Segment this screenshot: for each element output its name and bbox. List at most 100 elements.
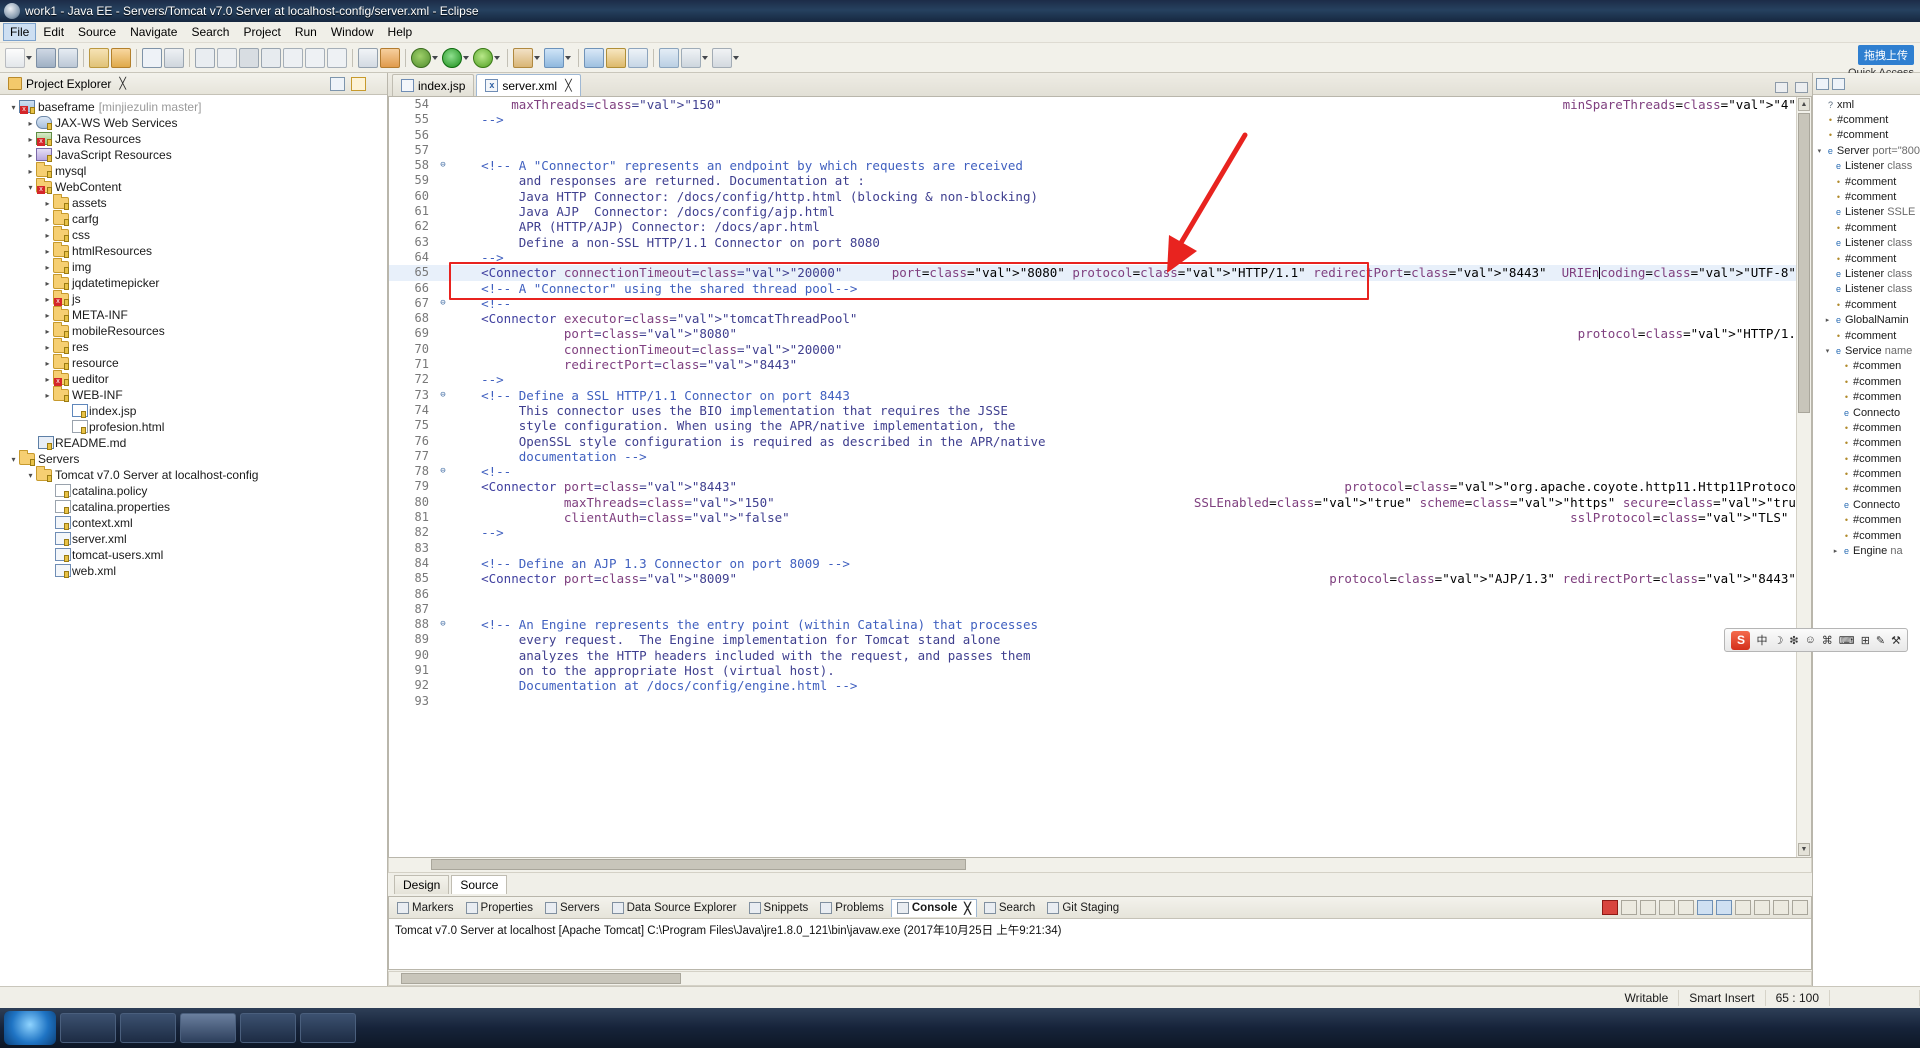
run-dropdown-icon[interactable] (463, 55, 469, 60)
expand-arrow-icon[interactable] (42, 263, 53, 272)
menu-project[interactable]: Project (236, 23, 287, 41)
outline-row[interactable]: • #comment (1813, 174, 1920, 189)
taskbar-item[interactable] (300, 1013, 356, 1043)
code-line[interactable]: 77 documentation --> (389, 449, 1811, 464)
code-line[interactable]: 92 Documentation at /docs/config/engine.… (389, 678, 1811, 693)
tab-source[interactable]: Source (451, 875, 508, 894)
new-dropdown-icon[interactable] (26, 55, 32, 60)
outline-row[interactable]: e Listener class (1813, 282, 1920, 297)
clear-console-icon[interactable] (1659, 900, 1675, 915)
outline-sort-icon[interactable] (1832, 77, 1845, 90)
code-line[interactable]: 66 <!-- A "Connector" using the shared t… (389, 281, 1811, 296)
hscroll-thumb[interactable] (401, 973, 681, 984)
tree-item[interactable]: x Java Resources (0, 131, 387, 147)
open-task-icon[interactable] (681, 47, 701, 68)
editor-tab-server-xml[interactable]: server.xml ╳ (476, 74, 581, 96)
outline-row[interactable]: • #commen (1813, 528, 1920, 543)
outline-row[interactable]: • #commen (1813, 359, 1920, 374)
menu-source[interactable]: Source (71, 23, 123, 41)
code-line[interactable]: 86 (389, 587, 1811, 602)
taskbar-item[interactable] (240, 1013, 296, 1043)
code-line[interactable]: 84 <!-- Define an AJP 1.3 Connector on p… (389, 556, 1811, 571)
open-task-dropdown-icon[interactable] (702, 55, 708, 60)
minimize-icon[interactable] (1773, 900, 1789, 915)
console-tab[interactable]: Snippets (744, 900, 814, 916)
open-type-icon[interactable] (659, 47, 679, 68)
tab-design[interactable]: Design (394, 875, 450, 894)
hscroll-thumb[interactable] (431, 859, 966, 870)
tree-item[interactable]: x ueditor (0, 371, 387, 387)
code-line[interactable]: 81 clientAuth=class="val">"false" sslPro… (389, 510, 1811, 525)
save-all-icon[interactable] (58, 47, 78, 68)
code-line[interactable]: 67 ⊖ <!-- (389, 296, 1811, 311)
tree-item[interactable]: res (0, 339, 387, 355)
tree-item[interactable]: META-INF (0, 307, 387, 323)
code-line[interactable]: 78 ⊖ <!-- (389, 464, 1811, 479)
console-tab[interactable]: Git Staging (1042, 900, 1124, 916)
code-line[interactable]: 82 --> (389, 525, 1811, 540)
link-with-editor-icon[interactable] (351, 76, 366, 91)
console-tab[interactable]: Markers (392, 900, 459, 916)
outline-row[interactable]: • #comment (1813, 112, 1920, 127)
code-line[interactable]: 61 Java AJP Connector: /docs/config/ajp.… (389, 204, 1811, 219)
outline-row[interactable]: • #commen (1813, 374, 1920, 389)
pin-icon[interactable] (712, 47, 732, 68)
tree-item[interactable]: Tomcat v7.0 Server at localhost-config (0, 467, 387, 483)
word-wrap-icon[interactable] (1678, 900, 1694, 915)
maximize-icon[interactable] (1795, 82, 1808, 93)
ime-panel-icon[interactable]: ⊞ (1861, 634, 1870, 647)
code-line[interactable]: 62 APR (HTTP/AJP) Connector: /docs/apr.h… (389, 219, 1811, 234)
expand-arrow-icon[interactable] (42, 311, 53, 320)
code-line[interactable]: 73 ⊖ <!-- Define a SSL HTTP/1.1 Connector… (389, 388, 1811, 403)
menu-help[interactable]: Help (381, 23, 420, 41)
console-tab[interactable]: Properties (461, 900, 538, 916)
tree-item[interactable]: web.xml (0, 563, 387, 579)
console-tab[interactable]: Search (979, 900, 1040, 916)
outline-row[interactable]: e Listener class (1813, 266, 1920, 281)
code-line[interactable]: 80 maxThreads=class="val">"150" SSLEnabl… (389, 495, 1811, 510)
code-line[interactable]: 71 redirectPort=class="val">"8443" /> (389, 357, 1811, 372)
profile-icon[interactable] (261, 47, 281, 68)
tree-item[interactable]: Servers (0, 451, 387, 467)
code-line[interactable]: 59 and responses are returned. Documenta… (389, 173, 1811, 188)
tree-item[interactable]: README.md (0, 435, 387, 451)
validate-icon[interactable] (544, 47, 564, 68)
maximize-icon[interactable] (1792, 900, 1808, 915)
outline-row[interactable]: e Listener class (1813, 236, 1920, 251)
history-icon[interactable] (283, 47, 303, 68)
collapse-arrow-icon[interactable] (8, 455, 19, 464)
source-editor[interactable]: 54 maxThreads=class="val">"150" minSpare… (388, 97, 1812, 858)
console-tab[interactable]: Servers (540, 900, 605, 916)
tree-item[interactable]: catalina.policy (0, 483, 387, 499)
code-line[interactable]: 56 (389, 128, 1811, 143)
remove-launch-icon[interactable] (1621, 900, 1637, 915)
outline-row[interactable]: • #comment (1813, 189, 1920, 204)
tree-item[interactable]: catalina.properties (0, 499, 387, 515)
tree-item[interactable]: mysql (0, 163, 387, 179)
code-line[interactable]: 64 --> (389, 250, 1811, 265)
expand-arrow-icon[interactable] (25, 151, 36, 160)
outline-row[interactable]: ? xml (1813, 97, 1920, 112)
tree-item[interactable]: JAX-WS Web Services (0, 115, 387, 131)
code-line-current[interactable]: 65 <Connector connectionTimeout=class="v… (389, 265, 1811, 281)
expand-arrow-icon[interactable] (42, 199, 53, 208)
outline-row[interactable]: e Connecto (1813, 405, 1920, 420)
tree-item[interactable]: img (0, 259, 387, 275)
outline-row[interactable]: • #comment (1813, 328, 1920, 343)
code-line[interactable]: 60 Java HTTP Connector: /docs/config/htt… (389, 189, 1811, 204)
expand-arrow-icon[interactable] (25, 135, 36, 144)
code-line[interactable]: 91 on to the appropriate Host (virtual h… (389, 663, 1811, 678)
tree-item[interactable]: x WebContent (0, 179, 387, 195)
run-external-dropdown-icon[interactable] (494, 55, 500, 60)
tab-project-explorer[interactable]: Project Explorer ╳ (4, 75, 130, 93)
minimize-icon[interactable] (1775, 82, 1788, 93)
remove-all-icon[interactable] (1640, 900, 1656, 915)
ime-toolbar[interactable]: S 中 ☽ ❇ ☺ ⌘ ⌨ ⊞ ✎ ⚒ (1724, 628, 1908, 652)
fold-toggle-icon[interactable]: ⊖ (435, 464, 451, 479)
sogou-ime-icon[interactable]: S (1731, 630, 1751, 650)
outline-row[interactable]: e Listener SSLE (1813, 205, 1920, 220)
code-viewport[interactable]: 54 maxThreads=class="val">"150" minSpare… (389, 97, 1811, 857)
code-line[interactable]: 76 OpenSSL style configuration is requir… (389, 434, 1811, 449)
resume-icon[interactable] (217, 47, 237, 68)
ime-tools-icon[interactable]: ⌘ (1822, 634, 1833, 647)
